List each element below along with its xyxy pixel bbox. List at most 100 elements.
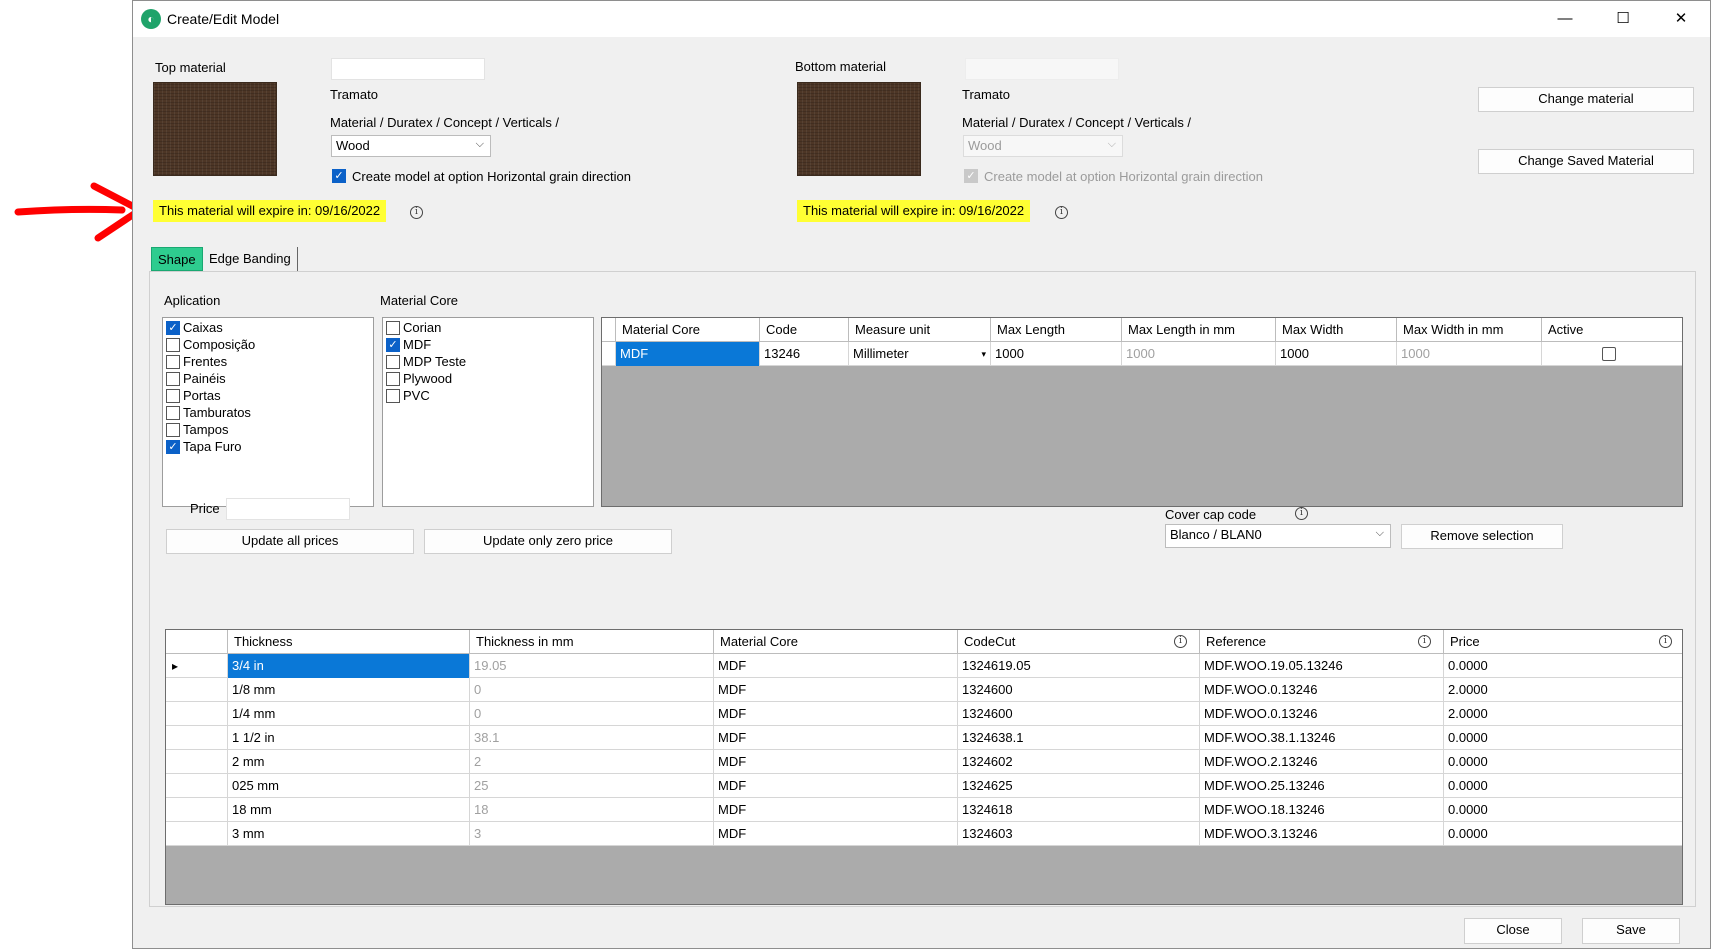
reference-cell[interactable]: MDF.WOO.38.1.13246 [1200,726,1444,750]
column-header[interactable]: Reference i [1200,630,1444,654]
code-cell[interactable]: 13246 [760,342,849,366]
application-checkbox-paineis[interactable] [166,372,180,386]
price-cell[interactable]: 0.0000 [1444,774,1682,798]
column-header[interactable]: Max Length [991,318,1122,342]
core-cell[interactable]: MDF [714,750,958,774]
application-checkbox-caixas[interactable]: ✓ [166,321,180,335]
codecut-cell[interactable]: 1324618 [958,798,1200,822]
thickness-cell[interactable]: 1/8 mm [228,678,470,702]
application-checkbox-portas[interactable] [166,389,180,403]
codecut-cell[interactable]: 1324625 [958,774,1200,798]
core-cell[interactable]: MDF [714,726,958,750]
maximize-button[interactable]: ☐ [1594,1,1652,37]
reference-cell[interactable]: MDF.WOO.25.13246 [1200,774,1444,798]
close-window-button[interactable]: ✕ [1652,1,1710,37]
price-cell[interactable]: 0.0000 [1444,822,1682,846]
core-cell[interactable]: MDF [714,678,958,702]
top-material-type-select[interactable]: Wood ⌵ [331,135,491,157]
column-header[interactable]: CodeCut i [958,630,1200,654]
thickness-cell[interactable]: 2 mm [228,750,470,774]
core-cell[interactable]: MDF [616,342,760,366]
row-header-cell[interactable] [166,774,228,798]
price-input[interactable] [226,498,350,520]
material-core-list[interactable]: Corian ✓ MDF MDP Teste Plywood PVC [382,317,594,507]
row-header-cell[interactable] [166,726,228,750]
table-row[interactable]: MDF 13246 Millimeter ▾ 1000 1000 1000 10… [602,342,1682,366]
application-checkbox-tapa-furo[interactable]: ✓ [166,440,180,454]
tab-edge-banding[interactable]: Edge Banding [203,247,298,271]
core-cell[interactable]: MDF [714,702,958,726]
column-header[interactable]: Price i [1444,630,1682,654]
change-material-button[interactable]: Change material [1478,87,1694,112]
info-icon[interactable]: i [1174,635,1187,648]
update-all-prices-button[interactable]: Update all prices [166,529,414,554]
top-grain-direction-checkbox[interactable]: ✓ [332,169,346,183]
codecut-cell[interactable]: 1324638.1 [958,726,1200,750]
core-checkbox-corian[interactable] [386,321,400,335]
thickness-cell[interactable]: 1/4 mm [228,702,470,726]
info-icon[interactable]: i [410,206,423,219]
row-header-cell[interactable] [166,798,228,822]
info-icon[interactable]: i [1295,507,1308,520]
price-cell[interactable]: 2.0000 [1444,702,1682,726]
reference-cell[interactable]: MDF.WOO.18.13246 [1200,798,1444,822]
application-checkbox-frentes[interactable] [166,355,180,369]
core-cell[interactable]: MDF [714,798,958,822]
column-header[interactable]: Code [760,318,849,342]
codecut-cell[interactable]: 1324600 [958,678,1200,702]
max-length-cell[interactable]: 1000 [991,342,1122,366]
close-button[interactable]: Close [1464,918,1562,944]
info-icon[interactable]: i [1418,635,1431,648]
application-checkbox-tampos[interactable] [166,423,180,437]
table-row[interactable]: 025 mm 25 MDF 1324625 MDF.WOO.25.13246 0.0000 [166,774,1682,798]
table-row[interactable]: 1 1/2 in 38.1 MDF 1324638.1 MDF.WOO.38.1.132… [166,726,1682,750]
reference-cell[interactable]: MDF.WOO.2.13246 [1200,750,1444,774]
column-header[interactable]: Max Length in mm [1122,318,1276,342]
reference-cell[interactable]: MDF.WOO.0.13246 [1200,702,1444,726]
row-header-cell[interactable] [166,702,228,726]
column-header[interactable]: Material Core [714,630,958,654]
row-header-cell[interactable] [166,678,228,702]
row-header-cell[interactable]: ▸ [166,654,228,678]
reference-cell[interactable]: MDF.WOO.19.05.13246 [1200,654,1444,678]
table-row[interactable]: 18 mm 18 MDF 1324618 MDF.WOO.18.13246 0.0000 [166,798,1682,822]
codecut-cell[interactable]: 1324619.05 [958,654,1200,678]
core-checkbox-mdp-teste[interactable] [386,355,400,369]
info-icon[interactable]: i [1055,206,1068,219]
row-header-cell[interactable] [166,822,228,846]
row-header-cell[interactable] [166,750,228,774]
core-checkbox-pvc[interactable] [386,389,400,403]
codecut-cell[interactable]: 1324600 [958,702,1200,726]
table-row[interactable]: 3 mm 3 MDF 1324603 MDF.WOO.3.13246 0.0000 [166,822,1682,846]
price-cell[interactable]: 0.0000 [1444,654,1682,678]
price-cell[interactable]: 0.0000 [1444,726,1682,750]
column-header[interactable]: Material Core [616,318,760,342]
column-header[interactable]: Max Width in mm [1397,318,1542,342]
column-header[interactable]: Measure unit [849,318,991,342]
measure-unit-select[interactable]: Millimeter ▾ [849,342,991,366]
active-checkbox[interactable] [1602,347,1616,361]
thickness-cell[interactable]: 3/4 in [228,654,470,678]
core-cell[interactable]: MDF [714,822,958,846]
application-checkbox-tamburatos[interactable] [166,406,180,420]
reference-cell[interactable]: MDF.WOO.3.13246 [1200,822,1444,846]
core-cell[interactable]: MDF [714,654,958,678]
price-cell[interactable]: 0.0000 [1444,798,1682,822]
column-header[interactable]: Active [1542,318,1682,342]
save-button[interactable]: Save [1582,918,1680,944]
core-checkbox-plywood[interactable] [386,372,400,386]
reference-cell[interactable]: MDF.WOO.0.13246 [1200,678,1444,702]
core-cell[interactable]: MDF [714,774,958,798]
cover-cap-code-select[interactable]: Blanco / BLAN0 ⌵ [1165,524,1391,548]
table-row[interactable]: 1/4 mm 0 MDF 1324600 MDF.WOO.0.13246 2.0000 [166,702,1682,726]
application-checkbox-composicao[interactable] [166,338,180,352]
material-core-grid[interactable]: Material Core Code Measure unit Max Leng… [601,317,1683,507]
tab-shape[interactable]: Shape [151,247,203,271]
core-checkbox-mdf[interactable]: ✓ [386,338,400,352]
thickness-cell[interactable]: 18 mm [228,798,470,822]
minimize-button[interactable]: — [1536,1,1594,37]
price-cell[interactable]: 2.0000 [1444,678,1682,702]
column-header[interactable]: Max Width [1276,318,1397,342]
application-list[interactable]: ✓ Caixas Composição Frentes Painéis Port… [162,317,374,507]
codecut-cell[interactable]: 1324603 [958,822,1200,846]
